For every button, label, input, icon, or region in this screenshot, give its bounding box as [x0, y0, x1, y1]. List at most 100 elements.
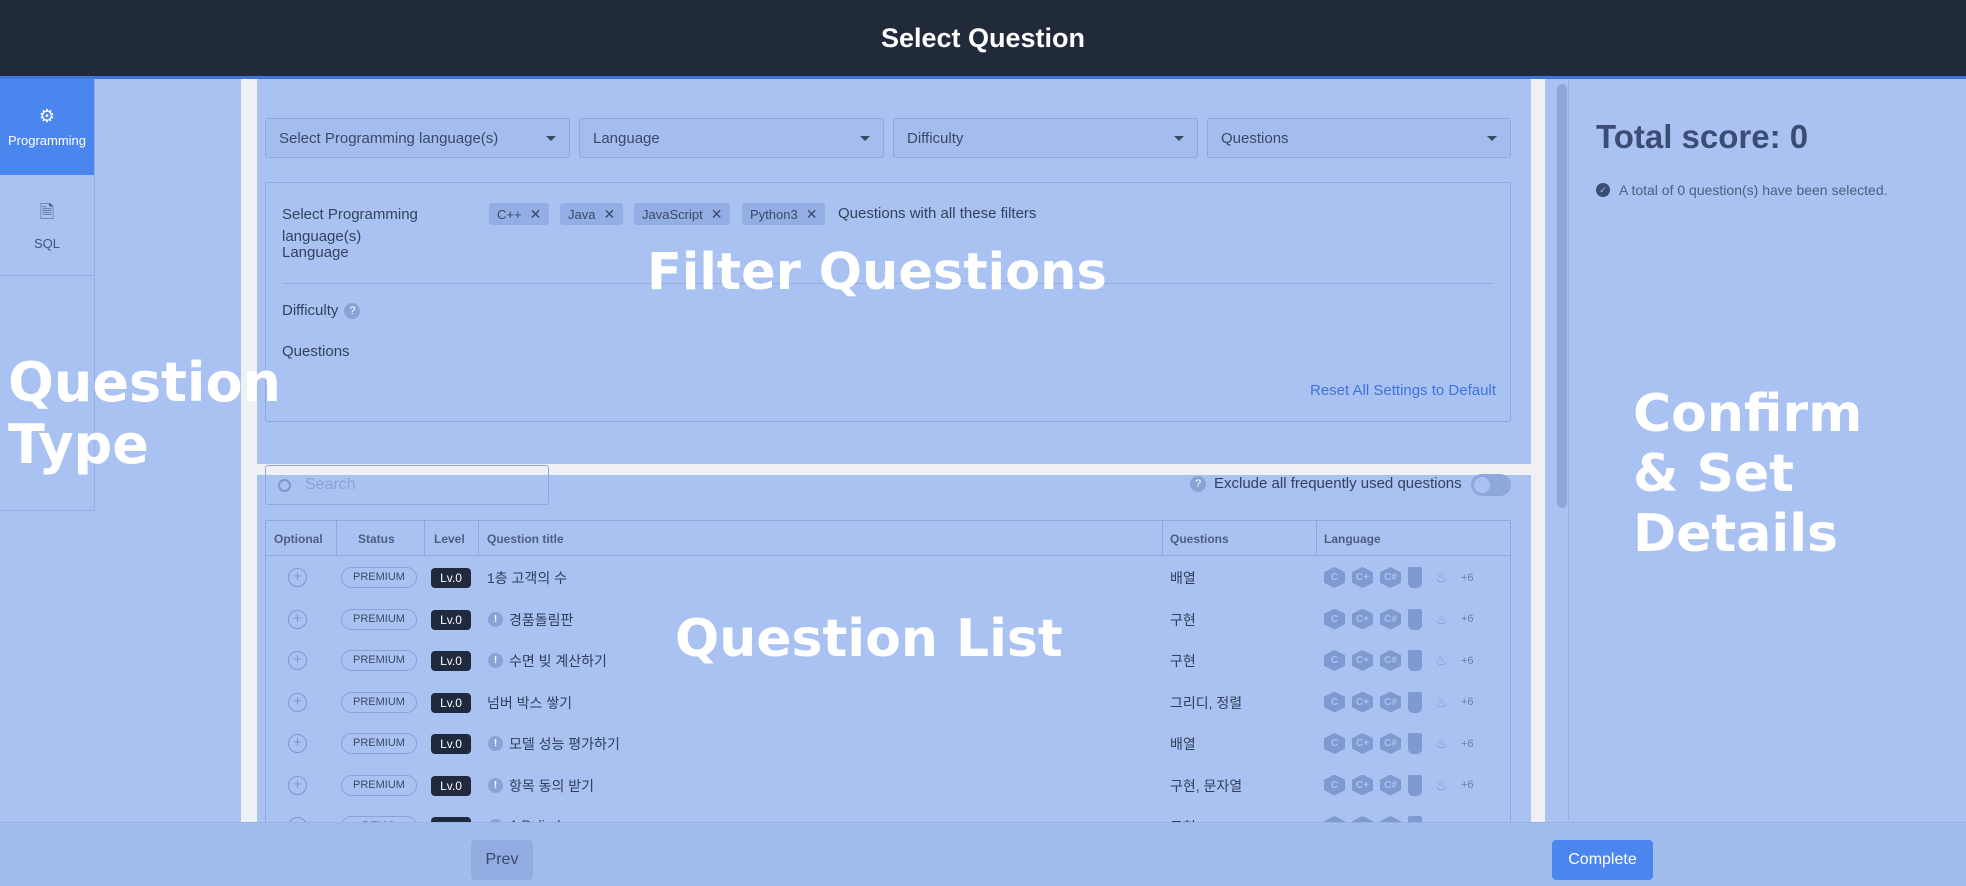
language-dropdown[interactable]: Language [579, 118, 884, 158]
c-language-icon: C [1324, 691, 1345, 713]
add-question-icon[interactable]: + [288, 692, 307, 712]
status-badge: PREMIUM [341, 691, 417, 713]
question-title[interactable]: 모델 성능 평가하기 [509, 734, 620, 754]
difficulty-filter-label: Difficulty? [282, 302, 361, 320]
annotation-confirm-details: Confirm & Set Details [1633, 384, 1863, 564]
column-questions: Questions [1170, 532, 1229, 546]
column-status: Status [358, 532, 395, 546]
status-badge: PREMIUM [341, 608, 417, 630]
zone-gap-right [1531, 79, 1545, 886]
questions-dropdown[interactable]: Questions [1207, 118, 1511, 158]
search-input[interactable]: Search [265, 465, 549, 505]
programming-icon: ⚙ [38, 106, 56, 126]
close-icon[interactable]: ✕ [711, 206, 723, 223]
language-icons: C C+ C# ♨ +6 [1324, 733, 1474, 754]
add-question-icon[interactable]: + [288, 651, 307, 670]
close-icon[interactable]: ✕ [806, 206, 818, 223]
reset-settings-link[interactable]: Reset All Settings to Default [1310, 382, 1496, 399]
scrollbar-thumb[interactable] [1557, 84, 1567, 508]
search-placeholder: Search [305, 476, 356, 493]
close-icon[interactable]: ✕ [530, 206, 542, 223]
filter-chip[interactable]: Java ✕ [560, 203, 624, 225]
add-question-icon[interactable]: + [288, 734, 307, 753]
difficulty-dropdown[interactable]: Difficulty [893, 118, 1198, 158]
close-icon[interactable]: ✕ [603, 206, 615, 223]
dropdown-label: Difficulty [907, 129, 964, 147]
database-icon [1408, 608, 1422, 630]
java-cup-icon: ♨ [1431, 816, 1452, 822]
language-filter-label: Language [282, 244, 349, 261]
column-divider [1316, 521, 1317, 556]
database-icon [1408, 567, 1422, 588]
column-language: Language [1324, 532, 1381, 546]
table-row[interactable]: + PREMIUM Lv.0! 모델 성능 평가하기 배열 C C+ C# ♨ +6 [266, 723, 1510, 764]
sidebar-item-label: SQL [33, 235, 60, 251]
more-languages-count: +6 [1461, 737, 1474, 750]
csharp-language-icon: C# [1380, 774, 1401, 796]
add-question-icon[interactable]: + [288, 817, 307, 822]
table-row[interactable]: + DEMO Lv.0! A Palindrome 구현 C C+ C# ♨ +6 [266, 806, 1510, 822]
caret-down-icon [860, 135, 870, 141]
more-languages-count: +6 [1461, 571, 1474, 584]
toggle-knob [1474, 477, 1490, 493]
help-icon[interactable]: ? [344, 303, 361, 320]
filter-chips-suffix: Questions with all these filters [838, 205, 1037, 222]
caret-down-icon [546, 135, 556, 141]
add-question-icon[interactable]: + [288, 775, 307, 795]
level-badge: Lv.0 [431, 651, 471, 671]
database-icon [1408, 691, 1422, 713]
question-category: 구현 [1170, 611, 1196, 628]
java-cup-icon: ♨ [1435, 569, 1448, 585]
filter-chip[interactable]: JavaScript ✕ [634, 203, 731, 225]
question-category: 배열 [1170, 570, 1196, 586]
add-question-icon[interactable]: + [288, 609, 307, 629]
column-level: Level [434, 532, 465, 546]
table-row[interactable]: + PREMIUM Lv.0 1층 고객의 수 배열 C C+ C# ♨ +6 [266, 557, 1510, 598]
question-title[interactable]: 넘버 박스 쌓기 [487, 693, 572, 713]
cpp-language-icon: C+ [1352, 691, 1373, 713]
question-title[interactable]: 수면 빚 계산하기 [509, 651, 607, 671]
top-header: Select Question [0, 0, 1966, 76]
help-icon[interactable]: ? [1190, 475, 1206, 492]
check-circle-icon: ✓ [1596, 183, 1610, 197]
level-badge: Lv.0 [431, 609, 471, 630]
add-question-icon[interactable]: + [288, 568, 307, 587]
language-icons: C C+ C# ♨ +6 [1324, 608, 1474, 630]
c-language-icon: C [1324, 567, 1345, 588]
status-badge: PREMIUM [341, 733, 417, 754]
complete-button[interactable]: Complete [1552, 840, 1653, 880]
alert-icon: ! [488, 736, 503, 751]
total-score: Total score: 0 [1596, 118, 1809, 155]
exclude-frequent-toggle[interactable] [1471, 474, 1511, 496]
filter-chip[interactable]: Python3 ✕ [742, 203, 826, 225]
table-header: Optional Status Level Question title Que… [266, 521, 1510, 556]
question-title[interactable]: 경품돌림판 [509, 610, 573, 630]
language-icons: C C+ C# ♨ +6 [1324, 567, 1474, 588]
sidebar-item-programming[interactable]: ⚙ Programming [0, 79, 94, 175]
sidebar-item-sql[interactable]: 🗎 SQL [0, 175, 94, 275]
c-language-icon: C [1324, 816, 1345, 822]
programming-language-dropdown[interactable]: Select Programming language(s) [265, 118, 570, 158]
c-language-icon: C [1324, 774, 1345, 796]
c-language-icon: C [1324, 650, 1345, 671]
level-badge: Lv.0 [431, 775, 471, 796]
question-category: 그리디, 정렬 [1170, 694, 1243, 711]
c-language-icon: C [1324, 608, 1345, 630]
cpp-language-icon: C+ [1352, 650, 1373, 671]
table-row[interactable]: + PREMIUM Lv.0! 항목 동의 받기 구현, 문자열 C C+ C# ♨ +6 [266, 765, 1510, 806]
more-languages-count: +6 [1461, 779, 1474, 791]
question-category: 구현 [1170, 653, 1196, 669]
table-row[interactable]: + PREMIUM Lv.0 넘버 박스 쌓기 그리디, 정렬 C C+ C# ♨ +6 [266, 682, 1510, 723]
question-category: 배열 [1170, 736, 1196, 752]
programming-filter-label: Select Programming language(s) [282, 206, 418, 245]
question-title[interactable]: A Palindrome [509, 817, 592, 822]
filter-chip[interactable]: C++ ✕ [489, 203, 550, 225]
cpp-language-icon: C+ [1352, 816, 1373, 822]
question-title[interactable]: 항목 동의 받기 [509, 776, 594, 796]
question-title[interactable]: 1층 고객의 수 [487, 568, 567, 588]
prev-button[interactable]: Prev [471, 840, 533, 880]
java-cup-icon: ♨ [1435, 652, 1448, 668]
cpp-language-icon: C+ [1352, 608, 1373, 630]
caret-down-icon [1487, 135, 1497, 141]
alert-icon: ! [488, 611, 503, 627]
